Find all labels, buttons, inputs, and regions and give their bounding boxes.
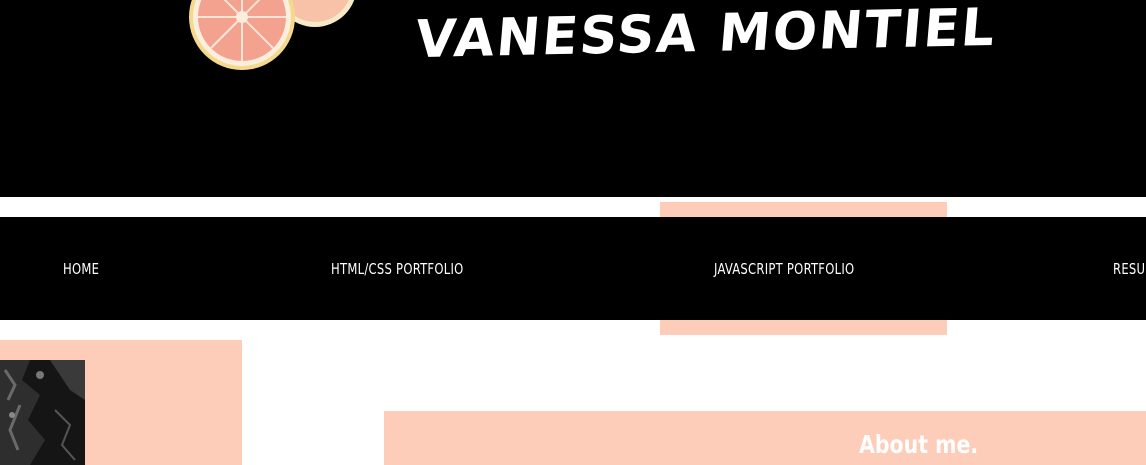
nav-item-home[interactable]: HOME bbox=[63, 262, 99, 277]
nav-item-html-css-portfolio[interactable]: HTML/CSS PORTFOLIO bbox=[331, 262, 464, 277]
page: VANESSA MONTIEL HOME HTML/CSS PORTFOLIO … bbox=[0, 0, 1146, 465]
nav-item-javascript-portfolio[interactable]: JAVASCRIPT PORTFOLIO bbox=[714, 262, 854, 277]
profile-photo bbox=[0, 360, 85, 465]
about-section bbox=[384, 411, 1146, 465]
about-heading: About me. bbox=[859, 430, 979, 459]
main-nav bbox=[0, 217, 1146, 320]
site-header: VANESSA MONTIEL bbox=[0, 0, 1146, 197]
grapefruit-slices-icon bbox=[185, 0, 375, 80]
nav-item-resume[interactable]: RESU bbox=[1113, 262, 1145, 277]
site-title: VANESSA MONTIEL bbox=[412, 0, 999, 71]
